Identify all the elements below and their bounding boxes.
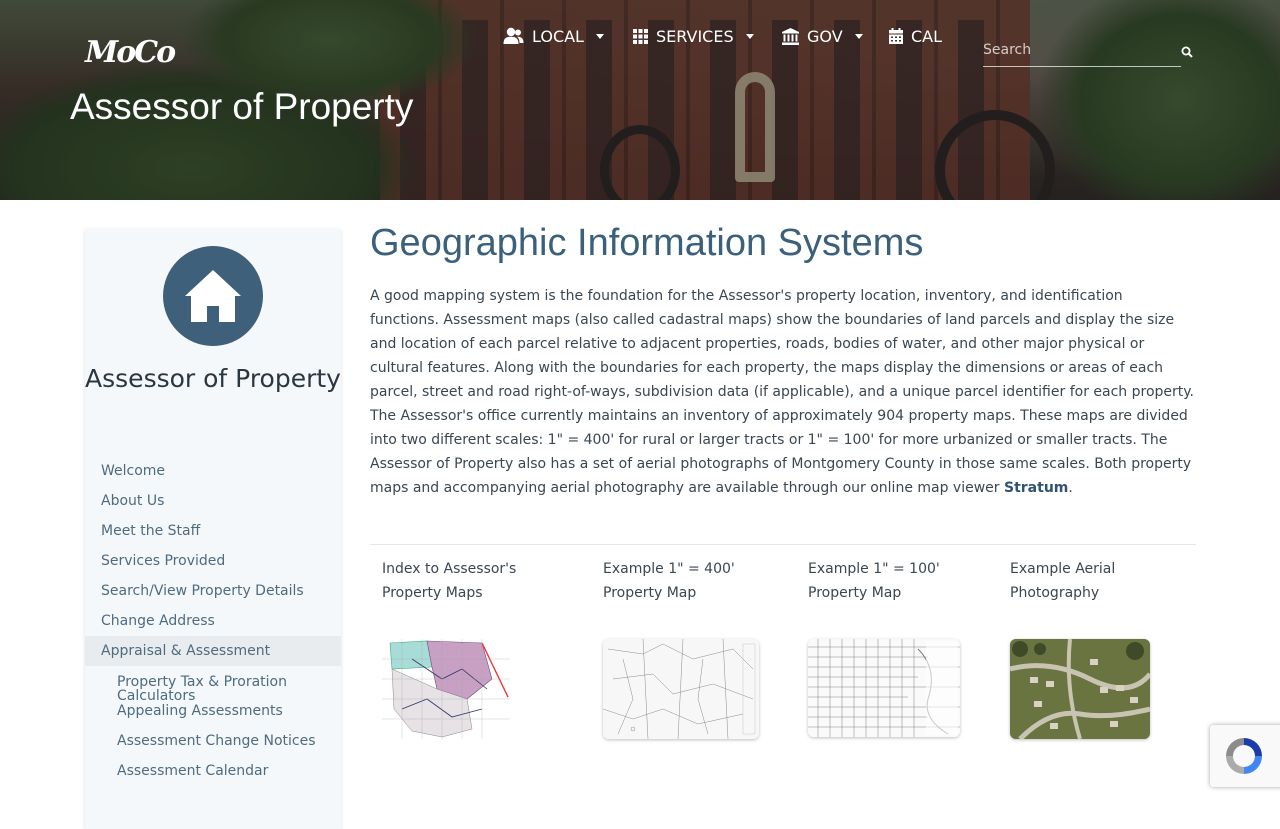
users-icon (503, 27, 524, 45)
sidebar-subitem-tax-calculators[interactable]: Property Tax & Proration Calculators (85, 666, 341, 703)
nav-services[interactable]: SERVICES (633, 22, 754, 50)
sidebar-item-appraisal-assessment[interactable]: Appraisal & Assessment (85, 636, 341, 666)
map-caption: Property Map (603, 585, 697, 601)
sidebar-item-welcome[interactable]: Welcome (85, 456, 341, 486)
map-100-thumbnail[interactable] (808, 639, 960, 737)
stratum-link[interactable]: Stratum (1004, 480, 1068, 496)
map-caption: Index to Assessor's (382, 561, 517, 577)
map-caption: Example 1" = 400' (603, 561, 735, 577)
nav-local-label: LOCAL (532, 26, 584, 46)
section-title: Geographic Information Systems (370, 222, 924, 264)
map-card-100: Example 1" = 100' Property Map (808, 557, 960, 737)
map-caption: Example 1" = 100' (808, 561, 940, 577)
map-card-index: Index to Assessor's Property Maps (382, 557, 517, 739)
nav-cal-label: CAL (911, 26, 943, 46)
sidebar-item-about-us[interactable]: About Us (85, 486, 341, 516)
sidebar-subitem-assessment-calendar[interactable]: Assessment Calendar (85, 756, 341, 786)
sidebar-nav: Welcome About Us Meet the Staff Services… (85, 456, 341, 786)
divider (370, 544, 1196, 545)
nav-local[interactable]: LOCAL (503, 22, 604, 50)
grid-icon (633, 28, 648, 44)
section-body: A good mapping system is the foundation … (370, 284, 1196, 500)
search-input[interactable] (983, 36, 1163, 64)
search-icon[interactable] (1181, 43, 1195, 58)
sidebar: Assessor of Property Welcome About Us Me… (85, 229, 341, 829)
bank-icon (782, 27, 799, 45)
map-caption: Example Aerial (1010, 561, 1116, 577)
sidebar-subitem-appealing-assessments[interactable]: Appealing Assessments (85, 696, 341, 726)
body-end: . (1068, 480, 1073, 496)
map-caption: Property Map (808, 585, 902, 601)
chevron-down-icon (595, 33, 604, 39)
map-400-thumbnail[interactable] (603, 639, 759, 739)
recaptcha-icon (1226, 738, 1262, 774)
map-card-aerial: Example Aerial Photography (1010, 557, 1150, 739)
site-logo[interactable]: MoCo (85, 33, 176, 71)
nav-gov[interactable]: GOV (782, 22, 863, 50)
search-box (983, 36, 1181, 67)
chevron-down-icon (854, 33, 863, 39)
map-caption: Photography (1010, 585, 1100, 601)
aerial-photo-thumbnail[interactable] (1010, 639, 1150, 739)
map-caption: Property Maps (382, 585, 483, 601)
page-title: Assessor of Property (70, 86, 414, 127)
sidebar-item-change-address[interactable]: Change Address (85, 606, 341, 636)
home-icon (163, 246, 263, 346)
sidebar-title: Assessor of Property (85, 364, 341, 393)
logo-text: MoCo (85, 34, 176, 70)
recaptcha-badge[interactable] (1210, 725, 1280, 787)
sidebar-subitem-assessment-change-notices[interactable]: Assessment Change Notices (85, 726, 341, 756)
sidebar-item-search-property[interactable]: Search/View Property Details (85, 576, 341, 606)
body-text: A good mapping system is the foundation … (370, 288, 1194, 496)
nav-services-label: SERVICES (656, 26, 734, 46)
calendar-icon (889, 28, 903, 44)
sidebar-item-services-provided[interactable]: Services Provided (85, 546, 341, 576)
sidebar-item-meet-the-staff[interactable]: Meet the Staff (85, 516, 341, 546)
nav-cal[interactable]: CAL (889, 22, 942, 50)
map-card-400: Example 1" = 400' Property Map (603, 557, 759, 739)
index-map-thumbnail[interactable] (382, 639, 510, 739)
chevron-down-icon (745, 33, 754, 39)
nav-gov-label: GOV (807, 26, 843, 46)
